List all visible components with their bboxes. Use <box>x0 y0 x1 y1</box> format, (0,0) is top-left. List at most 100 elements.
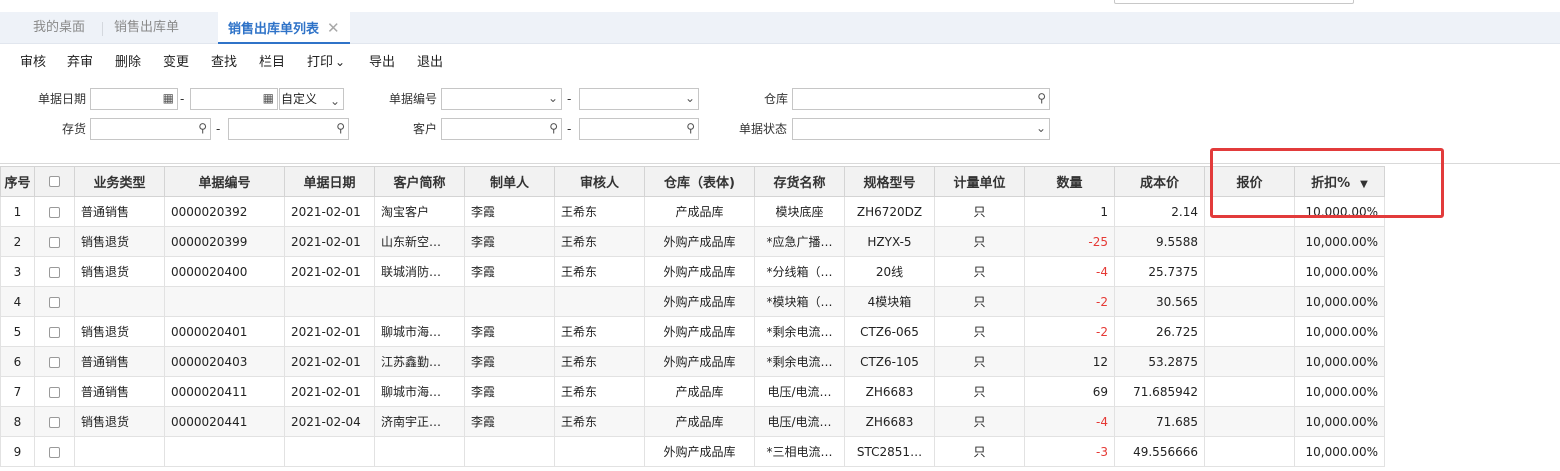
cost-cell[interactable]: 49.556666 <box>1114 436 1205 467</box>
auditor-cell[interactable] <box>554 436 645 467</box>
discount-cell[interactable]: 10,000.00% <box>1294 226 1385 257</box>
business-type-cell[interactable]: 普通销售 <box>74 376 165 407</box>
columns-button[interactable]: 栏目 <box>259 51 285 70</box>
tab-desktop[interactable]: 我的桌面 <box>33 12 85 44</box>
auditor-cell[interactable]: 王希东 <box>554 256 645 287</box>
doc-date-cell[interactable] <box>284 286 375 317</box>
quote-cell[interactable] <box>1204 226 1295 257</box>
customer-from-field[interactable]: ⚲ <box>441 118 562 140</box>
row-checkbox-cell[interactable] <box>34 376 75 407</box>
qty-cell[interactable]: 69 <box>1024 376 1115 407</box>
search-icon[interactable]: ⚲ <box>198 121 207 135</box>
quote-cell[interactable] <box>1204 286 1295 317</box>
unit-cell[interactable]: 只 <box>934 436 1025 467</box>
maker-cell[interactable]: 李霞 <box>464 316 555 347</box>
close-icon[interactable]: ✕ <box>327 19 340 37</box>
col-auditor-header[interactable]: 审核人 <box>554 166 645 197</box>
discount-cell[interactable]: 10,000.00% <box>1294 316 1385 347</box>
global-search-input[interactable] <box>1114 0 1354 4</box>
discount-cell[interactable]: 10,000.00% <box>1294 346 1385 377</box>
select-all-header[interactable] <box>34 166 75 197</box>
doc-date-cell[interactable]: 2021-02-01 <box>284 226 375 257</box>
unit-cell[interactable]: 只 <box>934 226 1025 257</box>
unit-cell[interactable]: 只 <box>934 346 1025 377</box>
table-row[interactable]: 5 销售退货 0000020401 2021-02-01 聊城市海… 李霞 王希东 外购产成品… <box>0 316 1385 347</box>
qty-cell[interactable]: -2 <box>1024 316 1115 347</box>
row-index[interactable]: 6 <box>0 346 35 377</box>
table-row[interactable]: 8 销售退货 0000020441 2021-02-04 济南宇正… 李霞 王希东 产成品库电… <box>0 406 1385 437</box>
discount-cell[interactable]: 10,000.00% <box>1294 406 1385 437</box>
doc-date-cell[interactable]: 2021-02-04 <box>284 406 375 437</box>
row-checkbox-cell[interactable] <box>34 436 75 467</box>
col-cost-header[interactable]: 成本价 <box>1114 166 1205 197</box>
row-checkbox-cell[interactable] <box>34 406 75 437</box>
spec-cell[interactable]: CTZ6-065 <box>844 316 935 347</box>
auditor-cell[interactable]: 王希东 <box>554 196 645 227</box>
doc-no-cell[interactable]: 0000020411 <box>164 376 285 407</box>
qty-cell[interactable]: -3 <box>1024 436 1115 467</box>
spec-cell[interactable]: 4模块箱 <box>844 286 935 317</box>
col-spec-header[interactable]: 规格型号 <box>844 166 935 197</box>
table-row[interactable]: 2 销售退货 0000020399 2021-02-01 山东新空… 李霞 王希东 外购产成品… <box>0 226 1385 257</box>
item-name-cell[interactable]: *剩余电流… <box>754 316 845 347</box>
doc-date-cell[interactable] <box>284 436 375 467</box>
row-checkbox-cell[interactable] <box>34 226 75 257</box>
spec-cell[interactable]: 20线 <box>844 256 935 287</box>
warehouse-cell[interactable]: 外购产成品库 <box>644 316 755 347</box>
customer-cell[interactable]: 江苏鑫勤… <box>374 346 465 377</box>
table-row[interactable]: 6 普通销售 0000020403 2021-02-01 江苏鑫勤… 李霞 王希东 外购产成品… <box>0 346 1385 377</box>
business-type-cell[interactable]: 销售退货 <box>74 226 165 257</box>
warehouse-cell[interactable]: 外购产成品库 <box>644 256 755 287</box>
auditor-cell[interactable]: 王希东 <box>554 376 645 407</box>
doc-date-cell[interactable]: 2021-02-01 <box>284 376 375 407</box>
doc-no-to-select[interactable]: ⌄ <box>579 88 699 110</box>
qty-cell[interactable]: -25 <box>1024 226 1115 257</box>
discount-cell[interactable]: 10,000.00% <box>1294 376 1385 407</box>
warehouse-cell[interactable]: 外购产成品库 <box>644 286 755 317</box>
quote-cell[interactable] <box>1204 316 1295 347</box>
unaudit-button[interactable]: 弃审 <box>67 51 93 70</box>
row-checkbox[interactable] <box>49 206 60 218</box>
cost-cell[interactable]: 26.725 <box>1114 316 1205 347</box>
quote-cell[interactable] <box>1204 256 1295 287</box>
doc-date-cell[interactable]: 2021-02-01 <box>284 346 375 377</box>
customer-cell[interactable] <box>374 436 465 467</box>
spec-cell[interactable]: ZH6683 <box>844 376 935 407</box>
row-index[interactable]: 1 <box>0 196 35 227</box>
warehouse-cell[interactable]: 产成品库 <box>644 406 755 437</box>
change-button[interactable]: 变更 <box>163 51 189 70</box>
business-type-cell[interactable]: 普通销售 <box>74 346 165 377</box>
table-row[interactable]: 3 销售退货 0000020400 2021-02-01 联城消防… 李霞 王希东 外购产成品… <box>0 256 1385 287</box>
delete-button[interactable]: 删除 <box>115 51 141 70</box>
maker-cell[interactable]: 李霞 <box>464 256 555 287</box>
table-row[interactable]: 7 普通销售 0000020411 2021-02-01 聊城市海… 李霞 王希东 产成品库电… <box>0 376 1385 407</box>
spec-cell[interactable]: HZYX-5 <box>844 226 935 257</box>
discount-cell[interactable]: 10,000.00% <box>1294 196 1385 227</box>
row-index[interactable]: 8 <box>0 406 35 437</box>
item-name-cell[interactable]: *分线箱（… <box>754 256 845 287</box>
maker-cell[interactable]: 李霞 <box>464 196 555 227</box>
warehouse-cell[interactable]: 外购产成品库 <box>644 226 755 257</box>
date-mode-select[interactable]: 自定义 ⌄ <box>279 88 344 110</box>
unit-cell[interactable]: 只 <box>934 376 1025 407</box>
auditor-cell[interactable]: 王希东 <box>554 226 645 257</box>
search-icon[interactable]: ⚲ <box>549 121 558 135</box>
doc-no-cell[interactable] <box>164 286 285 317</box>
unit-cell[interactable]: 只 <box>934 316 1025 347</box>
customer-cell[interactable]: 济南宇正… <box>374 406 465 437</box>
maker-cell[interactable]: 李霞 <box>464 346 555 377</box>
discount-cell[interactable]: 10,000.00% <box>1294 436 1385 467</box>
warehouse-cell[interactable]: 产成品库 <box>644 376 755 407</box>
row-index[interactable]: 2 <box>0 226 35 257</box>
item-name-cell[interactable]: *三相电流… <box>754 436 845 467</box>
warehouse-field[interactable]: ⚲ <box>792 88 1050 110</box>
row-checkbox-cell[interactable] <box>34 346 75 377</box>
spec-cell[interactable]: ZH6683 <box>844 406 935 437</box>
quote-cell[interactable] <box>1204 196 1295 227</box>
doc-date-cell[interactable]: 2021-02-01 <box>284 316 375 347</box>
table-row[interactable]: 9 外购产成品库 *三相电流… STC2851… 只 -3 49.556666 10,000.… <box>0 436 1385 467</box>
tab-sales-outbound-list[interactable]: 销售出库单列表 ✕ <box>218 12 350 44</box>
col-doc-no-header[interactable]: 单据编号 <box>164 166 285 197</box>
spec-cell[interactable]: ZH6720DZ <box>844 196 935 227</box>
customer-cell[interactable] <box>374 286 465 317</box>
